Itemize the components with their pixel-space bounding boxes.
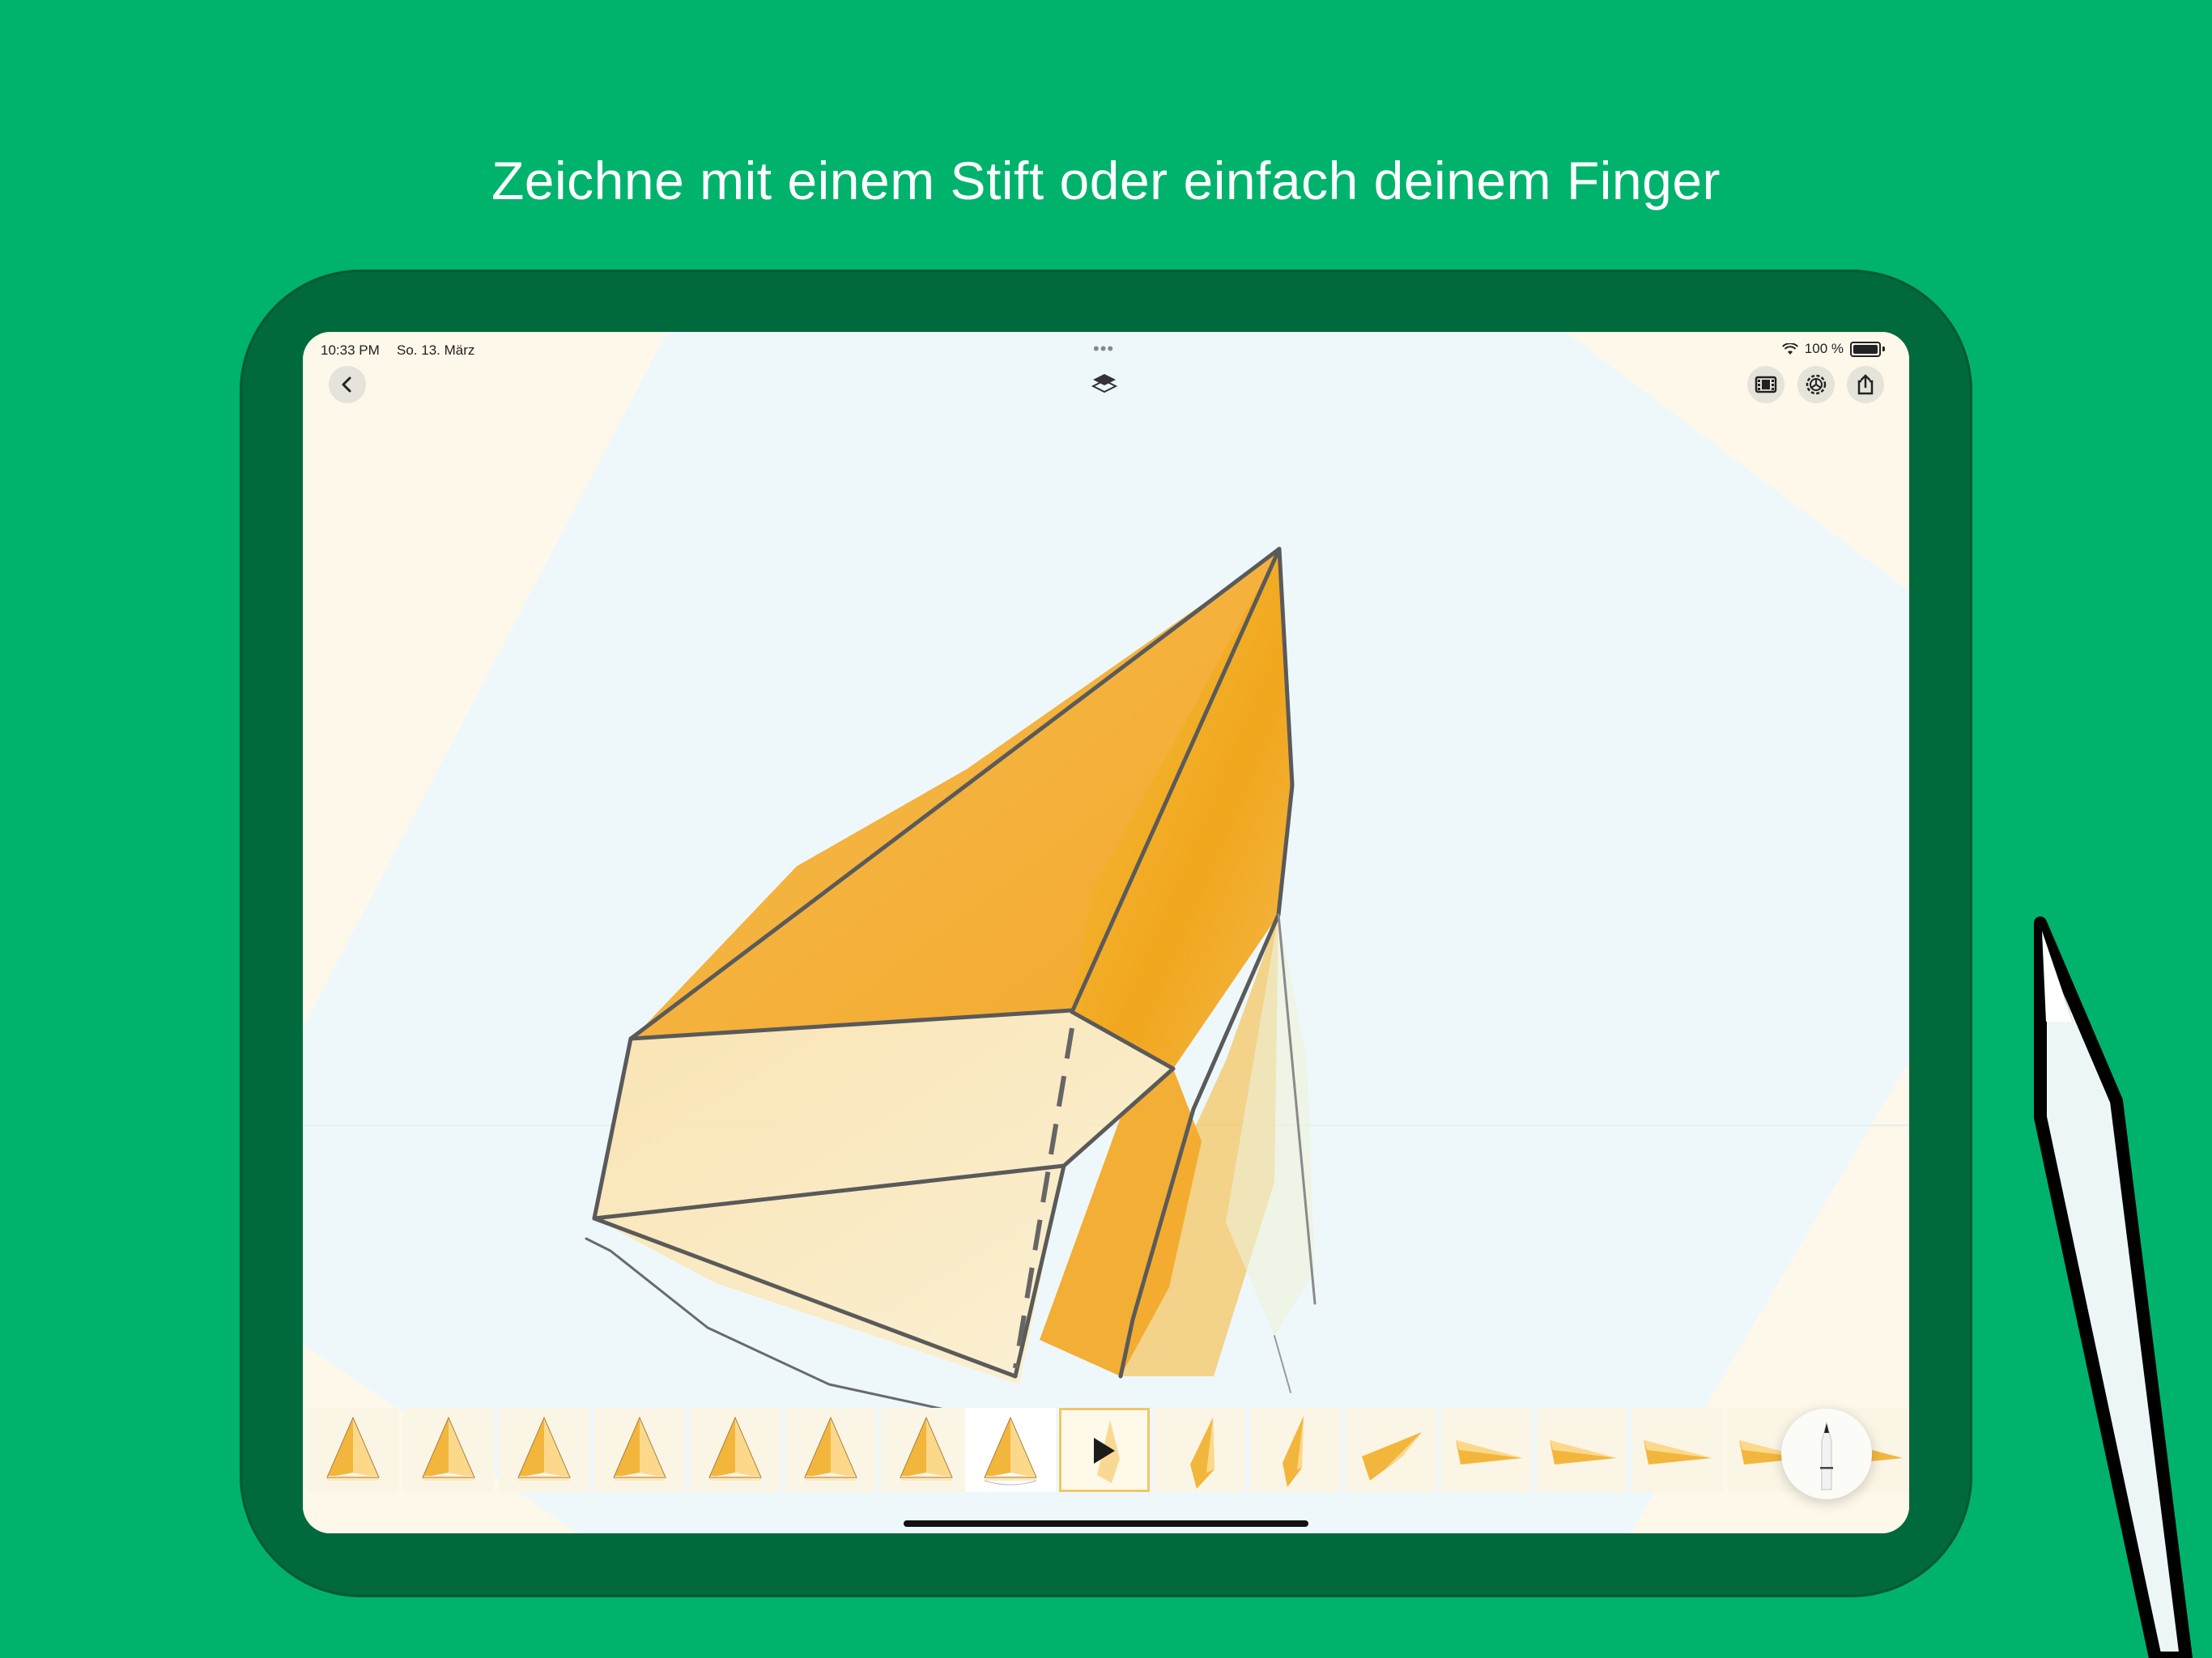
airplane-thumbnail	[1283, 1416, 1304, 1487]
app-screen: 10:33 PM So. 13. März ••• 100 %	[303, 332, 1909, 1533]
airplane-thumbnail	[984, 1416, 1037, 1486]
layers-icon	[1091, 374, 1118, 393]
back-button[interactable]	[329, 366, 366, 403]
airplane-thumbnail	[422, 1416, 475, 1481]
pencil-icon	[1820, 1421, 1833, 1490]
film-icon	[1755, 376, 1777, 393]
frame-thumbnail[interactable]	[881, 1408, 972, 1492]
airplane-thumbnail	[613, 1416, 666, 1481]
film-button[interactable]	[1747, 366, 1784, 403]
status-time: 10:33 PM	[321, 342, 380, 358]
share-icon	[1857, 374, 1874, 395]
airplane-thumbnail	[326, 1416, 380, 1481]
share-button[interactable]	[1847, 366, 1884, 403]
frame-thumbnail-selected[interactable]	[1059, 1408, 1150, 1492]
airplane-thumbnail	[900, 1416, 953, 1481]
frame-thumbnail[interactable]	[1250, 1408, 1341, 1492]
battery-percent: 100 %	[1804, 341, 1844, 356]
frame-thumbnail[interactable]	[403, 1408, 494, 1492]
airplane-thumbnail	[1190, 1418, 1214, 1489]
multitasking-dots-icon[interactable]: •••	[1093, 338, 1114, 359]
frame-filmstrip[interactable]	[303, 1405, 1909, 1494]
airplane-thumbnail	[1644, 1440, 1712, 1465]
frame-thumbnail[interactable]	[965, 1408, 1056, 1492]
airplane-thumbnail	[517, 1416, 571, 1481]
airplane-thumbnail	[1456, 1440, 1522, 1465]
wifi-icon	[1781, 342, 1798, 355]
airplane-thumbnail	[1550, 1440, 1616, 1465]
frame-thumbnail[interactable]	[308, 1408, 398, 1492]
layers-button[interactable]	[1087, 371, 1122, 403]
status-date: So. 13. März	[397, 342, 475, 358]
frame-thumbnail[interactable]	[1537, 1408, 1627, 1492]
frame-thumbnail[interactable]	[785, 1408, 876, 1492]
frame-thumbnail[interactable]	[1632, 1408, 1723, 1492]
headline: Zeichne mit einem Stift oder einfach dei…	[491, 151, 1721, 210]
drawing-canvas[interactable]	[303, 332, 1909, 1533]
frame-thumbnail[interactable]	[690, 1408, 781, 1492]
airplane-thumbnail	[804, 1416, 857, 1481]
play-icon[interactable]	[1091, 1435, 1118, 1467]
frame-thumbnail[interactable]	[499, 1408, 589, 1492]
settings-button[interactable]	[1797, 366, 1835, 403]
status-bar: 10:33 PM So. 13. März ••• 100 %	[303, 335, 1909, 359]
battery-icon	[1850, 341, 1881, 357]
frame-thumbnail[interactable]	[1346, 1408, 1436, 1492]
gear-icon	[1806, 374, 1827, 395]
airplane-thumbnail	[708, 1416, 762, 1481]
home-indicator[interactable]	[904, 1520, 1308, 1527]
pen-tool-button[interactable]	[1781, 1409, 1872, 1499]
frame-thumbnail[interactable]	[1441, 1408, 1532, 1492]
chevron-left-icon	[342, 376, 351, 393]
airplane-thumbnail	[1362, 1432, 1422, 1481]
status-right: 100 %	[1781, 341, 1885, 357]
frame-thumbnail[interactable]	[594, 1408, 685, 1492]
frame-thumbnail[interactable]	[1155, 1408, 1245, 1492]
